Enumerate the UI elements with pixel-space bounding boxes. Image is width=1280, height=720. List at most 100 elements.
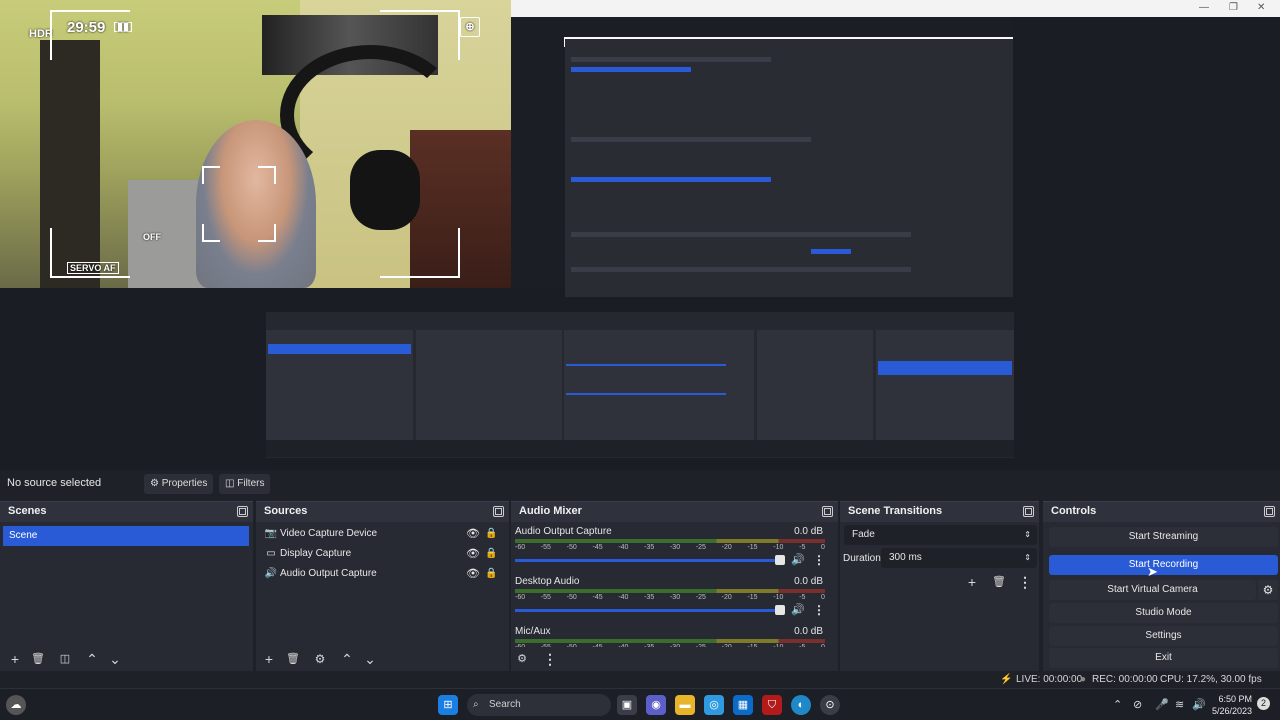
trash-icon[interactable]: 🗑 [988,572,1010,592]
chevron-up-icon[interactable]: ⌃ [1113,698,1122,711]
volume-slider[interactable] [515,609,780,612]
source-item-video-capture[interactable]: 📷 Video Capture Device 👁 🔒 [256,524,509,544]
more-options-icon[interactable]: ⋮ [539,649,561,669]
windows-taskbar: ☁ ⊞ ⌕ Search ▣ ◉ ▬ ◎ ▦ ⛉ ◐ ⊙ ⌃ ⊘ 🎤 ≋ 🔊 6… [0,688,1280,720]
mixer-channel: Desktop Audio 0.0 dB -60 -55 -50 -45 -40 -35-… [515,576,825,617]
source-toolbar: No source selected ⚙ Properties ◫ Filter… [0,470,1280,498]
controls-title: Controls [1051,505,1097,517]
mixer-channel: Audio Output Capture 0.0 dB -60 -55 -50 -45… [515,526,825,567]
add-icon[interactable]: + [961,572,983,592]
trash-icon[interactable]: 🗑 [27,649,49,669]
program-preview[interactable]: — ❐ ✕ HDR 29:59 ▮▮ SERVO AF OFF ⊕ [0,0,1280,470]
volume-slider-handle[interactable] [775,555,785,565]
undock-icon[interactable] [822,506,833,517]
properties-button[interactable]: ⚙ Properties [144,474,214,494]
trash-icon[interactable]: 🗑 [282,649,304,669]
meter-tick-label: -20 [721,594,732,601]
meter-tick-label: -20 [721,544,732,551]
task-view-icon[interactable]: ▣ [617,695,637,715]
controls-dock: Controls Start Streaming Start Recording… [1043,501,1280,671]
meter-tick-label: -50 [566,594,577,601]
weather-icon[interactable]: ☁ [6,695,26,715]
start-virtual-camera-button[interactable]: Start Virtual Camera [1049,580,1256,600]
live-timer: LIVE: 00:00:00 [1016,674,1083,685]
mcafee-icon[interactable]: ⛉ [762,695,782,715]
network-off-icon[interactable]: ⊘ [1133,698,1142,711]
af-off-indicator: OFF [143,232,161,242]
store-icon[interactable]: ▦ [733,695,753,715]
meter-tick-label: -50 [566,544,577,551]
start-recording-button[interactable]: Start Recording [1049,555,1278,575]
more-options-icon[interactable]: ⋮ [813,553,825,567]
move-up-icon[interactable]: ⌃ [336,649,358,669]
lock-icon[interactable]: 🔒 [485,524,497,544]
visibility-icon[interactable]: 👁 [466,564,480,584]
obs-icon[interactable]: ⊙ [820,695,840,715]
studio-mode-button[interactable]: Studio Mode [1049,603,1278,623]
more-options-icon[interactable]: ⋮ [1014,572,1036,592]
move-down-icon[interactable]: ⌄ [104,649,126,669]
settings-button[interactable]: Settings [1049,626,1278,646]
start-streaming-button[interactable]: Start Streaming [1049,527,1278,547]
filter-icon[interactable]: ◫ [54,649,76,669]
mouse-cursor: ➤ [1147,564,1158,579]
sources-title: Sources [264,505,308,517]
gear-icon[interactable]: ⚙ [1258,580,1278,600]
undock-icon[interactable] [1023,506,1034,517]
scene-item[interactable]: Scene [3,526,249,546]
undock-icon[interactable] [237,506,248,517]
add-icon[interactable]: + [4,649,26,669]
restore-icon: ❐ [1229,2,1238,13]
windows-start-icon[interactable]: ⊞ [438,695,458,715]
volume-icon[interactable]: 🔊 [1192,698,1206,711]
add-icon[interactable]: + [258,649,280,669]
taskbar-clock[interactable]: 6:50 PM 5/26/2023 [1208,693,1252,717]
close-icon: ✕ [1257,2,1266,13]
volume-meter [515,589,825,593]
undock-icon[interactable] [1264,506,1275,517]
duration-spinbox[interactable]: 300 ms ⇕ [881,548,1037,568]
gear-icon: ⚙ [150,478,159,489]
undock-icon[interactable] [493,506,504,517]
file-explorer-icon[interactable]: ▬ [675,695,695,715]
speaker-icon[interactable]: 🔊 [791,603,805,616]
meter-tick-label: -10 [773,594,784,601]
filters-label: Filters [237,478,265,489]
search-icon: ⌕ [473,699,479,710]
record-icon: ● [1080,674,1087,685]
source-item-display-capture[interactable]: ▭ Display Capture 👁 🔒 [256,544,509,564]
transition-select[interactable]: Fade ⇕ [844,525,1037,545]
wifi-icon[interactable]: ≋ [1175,698,1184,711]
lock-icon[interactable]: 🔒 [485,564,497,584]
properties-label: Properties [161,478,208,489]
volume-slider-handle[interactable] [775,605,785,615]
meter-tick-label: -30 [669,544,681,551]
meter-tick-label: -25 [695,594,706,601]
edge-icon[interactable]: ◐ [791,695,811,715]
cpu-fps: CPU: 17.2%, 30.00 fps [1160,674,1262,685]
scene-transitions-title: Scene Transitions [848,505,943,517]
gear-icon[interactable]: ⚙ [309,649,331,669]
nested-obs-window [266,312,1014,458]
microphone-icon[interactable]: 🎤 [1155,698,1169,711]
source-item-audio-output[interactable]: 🔊 Audio Output Capture 👁 🔒 [256,564,509,584]
visibility-icon[interactable]: 👁 [466,544,480,564]
advanced-audio-icon[interactable]: ⚙ [511,649,533,669]
updown-icon: ⇕ [1024,553,1031,562]
volume-slider[interactable] [515,559,780,562]
exit-button[interactable]: Exit [1049,648,1278,668]
lock-icon[interactable]: 🔒 [485,544,497,564]
notification-badge[interactable]: 2 [1257,697,1270,710]
updown-icon: ⇕ [1024,530,1031,539]
move-up-icon[interactable]: ⌃ [81,649,103,669]
taskbar-search[interactable]: ⌕ Search [467,694,611,716]
chat-icon[interactable]: ◉ [646,695,666,715]
visibility-icon[interactable]: 👁 [466,524,480,544]
move-down-icon[interactable]: ⌄ [359,649,381,669]
more-options-icon[interactable]: ⋮ [813,603,825,617]
meter-ticks: -60-55-50-45-40-35-30-25-20-15-10-50 [515,594,825,604]
meter-tick-label: -15 [747,544,758,551]
chrome-icon[interactable]: ◎ [704,695,724,715]
speaker-icon[interactable]: 🔊 [791,553,805,566]
filters-button[interactable]: ◫ Filters [219,474,271,494]
